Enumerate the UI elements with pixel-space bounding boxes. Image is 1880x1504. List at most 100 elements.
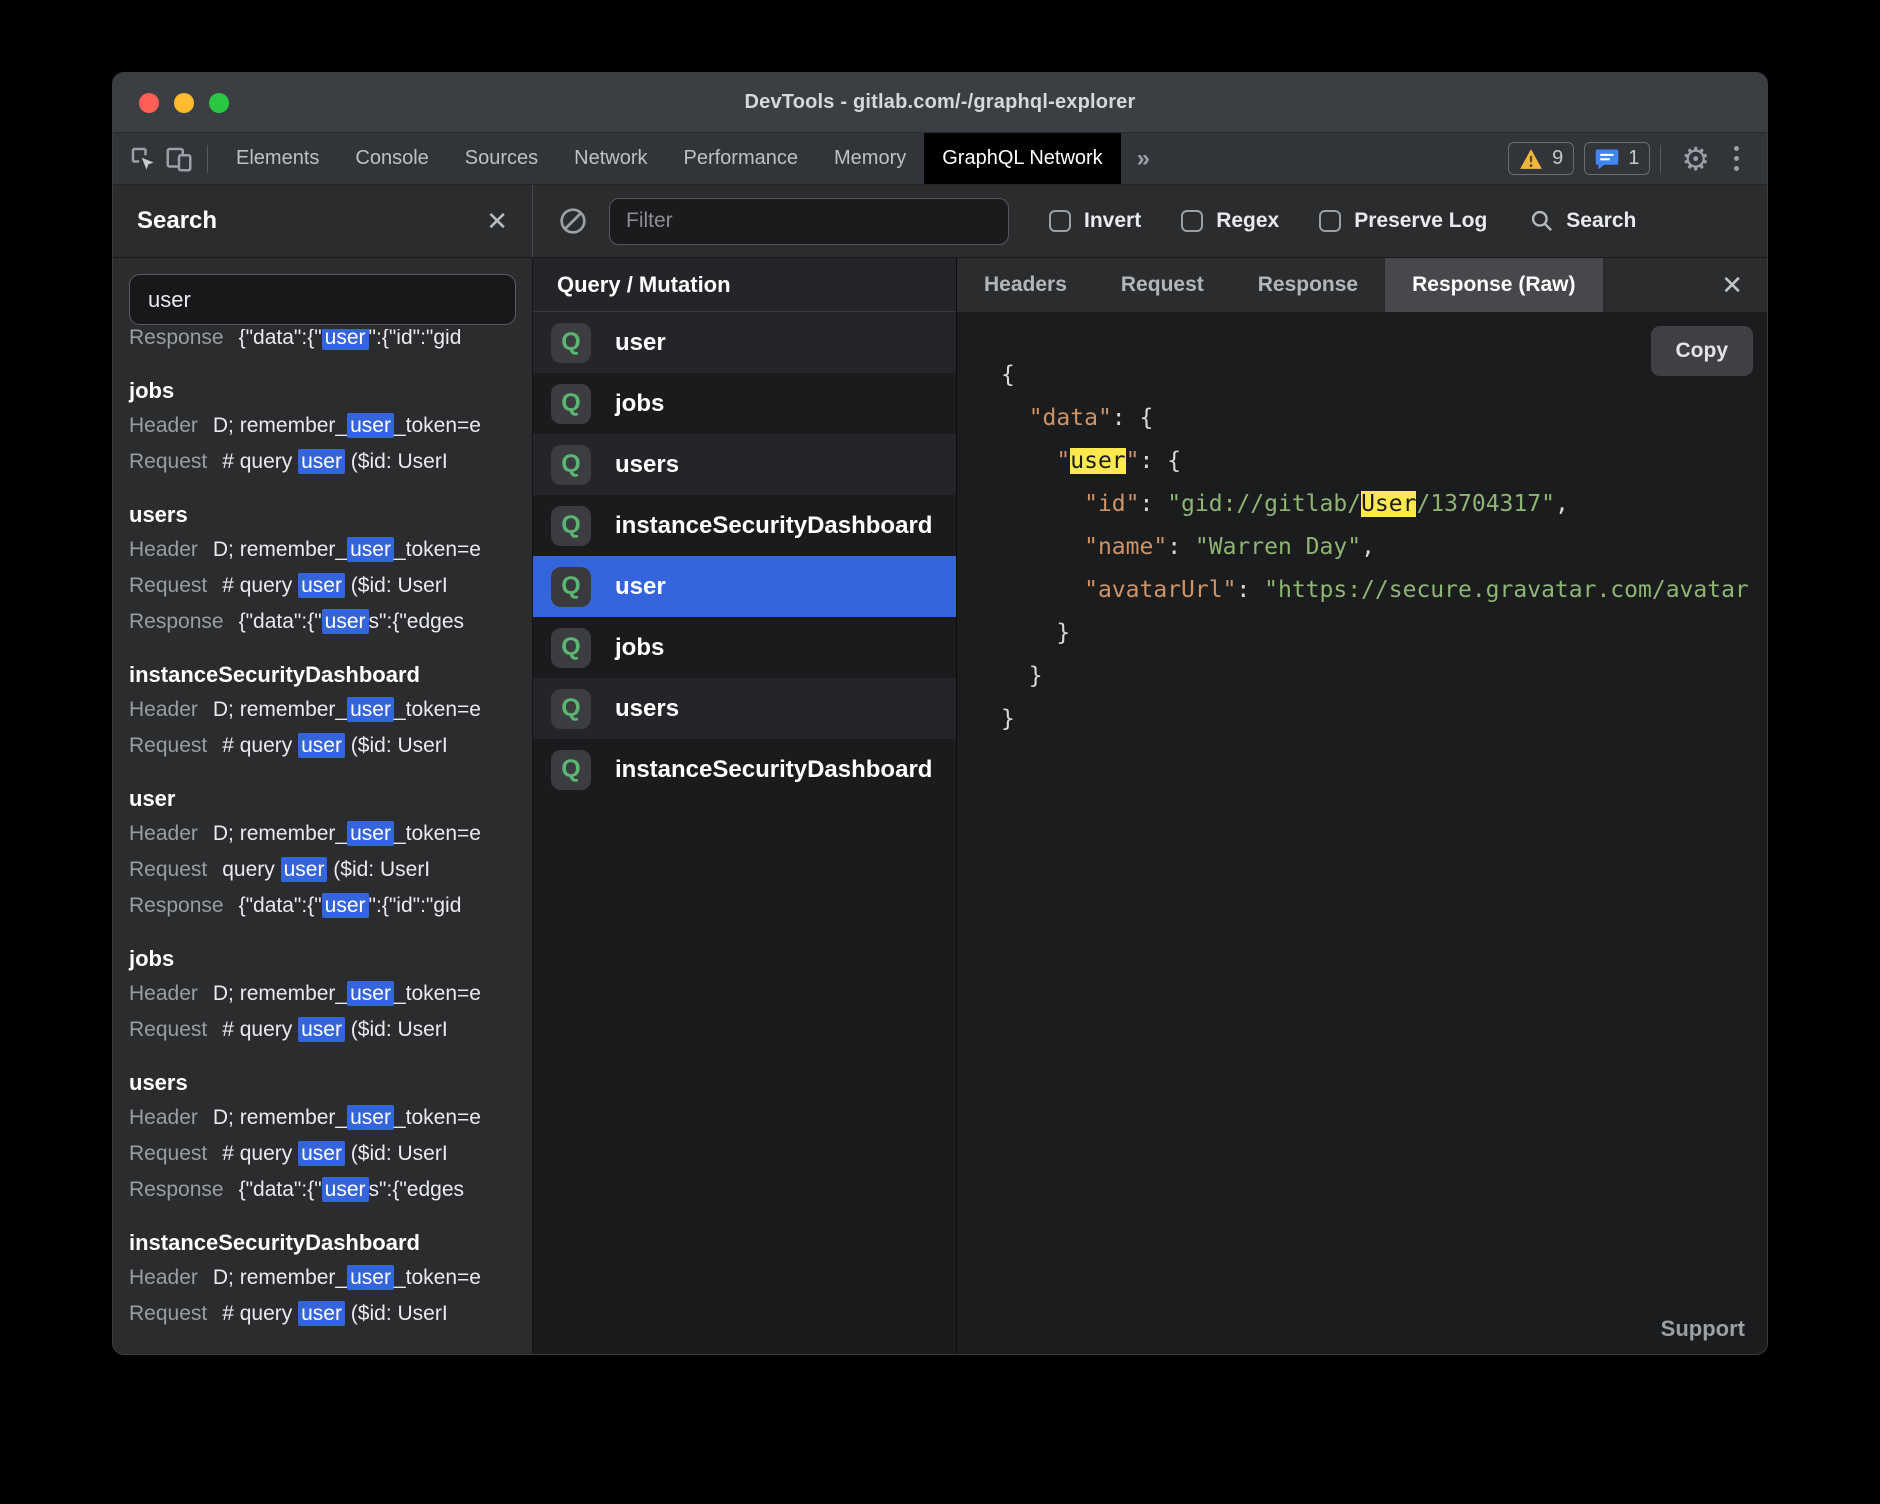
json-line: "user": {	[1001, 440, 1767, 483]
query-list-header: Query / Mutation	[533, 258, 956, 312]
result-line[interactable]: Requestquery user ($id: UserI	[129, 852, 516, 888]
result-line-label: Request	[129, 574, 207, 597]
result-group-title: instanceSecurityDashboard	[129, 657, 516, 692]
detail-tab-request[interactable]: Request	[1094, 258, 1231, 312]
zoom-window-button[interactable]	[209, 93, 229, 113]
devtools-tab-memory[interactable]: Memory	[816, 133, 924, 184]
devtools-tab-console[interactable]: Console	[337, 133, 446, 184]
search-input[interactable]	[129, 274, 516, 325]
result-line-text: _token=e	[394, 1266, 481, 1289]
checkbox-label: Preserve Log	[1354, 209, 1487, 233]
result-line[interactable]: Request# query user ($id: UserI	[129, 728, 516, 764]
devtools-tab-elements[interactable]: Elements	[218, 133, 337, 184]
result-line[interactable]: HeaderD; remember_user_token=e	[129, 816, 516, 852]
detail-close-icon[interactable]: ✕	[1697, 270, 1767, 301]
query-row-label: user	[615, 329, 666, 357]
filter-checkboxes: Invert Regex Preserve Log	[1009, 209, 1487, 233]
result-line[interactable]: HeaderD; remember_user_token=e	[129, 1260, 516, 1296]
checkbox-box-icon	[1181, 210, 1203, 232]
result-line[interactable]: HeaderD; remember_user_token=e	[129, 692, 516, 728]
checkbox-box-icon	[1049, 210, 1071, 232]
support-link[interactable]: Support	[1661, 1316, 1745, 1342]
minimize-window-button[interactable]	[174, 93, 194, 113]
match-highlight: user	[298, 1141, 345, 1166]
message-count: 1	[1628, 147, 1639, 170]
result-line[interactable]: Response{"data":{"user":{"id":"gid	[129, 329, 516, 356]
json-token: "avatarUrl"	[1084, 577, 1236, 603]
match-highlight: user	[347, 697, 394, 722]
result-line[interactable]: HeaderD; remember_user_token=e	[129, 976, 516, 1012]
match-highlight: user	[347, 413, 394, 438]
kebab-menu-icon[interactable]	[1720, 146, 1753, 171]
tabbar-actions: 9 1 ⚙	[1498, 142, 1767, 175]
detail-tab-response-raw-[interactable]: Response (Raw)	[1385, 258, 1602, 312]
checkbox-preserve-log[interactable]: Preserve Log	[1319, 209, 1487, 233]
result-line[interactable]: Request# query user ($id: UserI	[129, 568, 516, 604]
result-line[interactable]: Request# query user ($id: UserI	[129, 444, 516, 480]
match-highlight: user	[298, 1017, 345, 1042]
json-line: "id": "gid://gitlab/User/13704317",	[1001, 483, 1767, 526]
detail-tab-headers[interactable]: Headers	[957, 258, 1094, 312]
query-row-user[interactable]: Quser	[533, 556, 956, 617]
query-row-jobs[interactable]: Qjobs	[533, 617, 956, 678]
result-line[interactable]: Response{"data":{"users":{"edges	[129, 1172, 516, 1208]
devtools-tab-network[interactable]: Network	[556, 133, 665, 184]
result-group-title: user	[129, 781, 516, 816]
result-line-label: Response	[129, 1178, 224, 1201]
clear-log-icon[interactable]	[557, 205, 589, 237]
result-line[interactable]: Response{"data":{"user":{"id":"gid	[129, 888, 516, 924]
result-line-text: _token=e	[394, 538, 481, 561]
query-row-users[interactable]: Qusers	[533, 434, 956, 495]
result-line-text: _token=e	[394, 414, 481, 437]
inspect-element-icon[interactable]	[125, 141, 161, 177]
window-title: DevTools - gitlab.com/-/graphql-explorer	[744, 91, 1135, 114]
query-row-instanceSecurityDashboard[interactable]: QinstanceSecurityDashboard	[533, 739, 956, 800]
devtools-tab-sources[interactable]: Sources	[447, 133, 556, 184]
result-line-text: D; remember_	[213, 414, 347, 437]
devtools-tabs: ElementsConsoleSourcesNetworkPerformance…	[218, 133, 1121, 184]
warning-count: 9	[1552, 147, 1563, 170]
search-result-group: usersHeaderD; remember_user_token=eReque…	[129, 1065, 516, 1208]
json-token: ,	[1361, 534, 1375, 560]
result-line-text: ":{"id":"gid	[369, 329, 462, 349]
query-row-instanceSecurityDashboard[interactable]: QinstanceSecurityDashboard	[533, 495, 956, 556]
toolbar-search[interactable]: Search	[1529, 208, 1636, 234]
settings-gear-icon[interactable]: ⚙	[1671, 143, 1720, 175]
search-results-list: Response{"data":{"user":{"id":"gidjobsHe…	[113, 329, 532, 1354]
match-highlight: user	[322, 609, 369, 634]
result-line[interactable]: Response{"data":{"users":{"edges	[129, 604, 516, 640]
json-token	[1001, 534, 1084, 560]
result-line-label: Request	[129, 858, 207, 881]
devtools-tab-performance[interactable]: Performance	[666, 133, 817, 184]
result-line[interactable]: HeaderD; remember_user_token=e	[129, 532, 516, 568]
checkbox-invert[interactable]: Invert	[1049, 209, 1141, 233]
result-line-text: ($id: UserI	[327, 858, 430, 881]
issues-badge[interactable]: 1	[1584, 142, 1650, 175]
checkbox-regex[interactable]: Regex	[1181, 209, 1279, 233]
copy-button[interactable]: Copy	[1651, 326, 1754, 376]
filter-input[interactable]	[609, 198, 1009, 245]
result-line[interactable]: HeaderD; remember_user_token=e	[129, 408, 516, 444]
result-line[interactable]: Request# query user ($id: UserI	[129, 1012, 516, 1048]
more-tabs-chevron-icon[interactable]: »	[1121, 145, 1166, 173]
query-type-badge: Q	[551, 567, 591, 607]
devtools-tab-graphql-network[interactable]: GraphQL Network	[924, 133, 1120, 184]
query-row-jobs[interactable]: Qjobs	[533, 373, 956, 434]
warning-icon	[1519, 148, 1543, 170]
result-group-title: instanceSecurityDashboard	[129, 1225, 516, 1260]
query-row-user[interactable]: Quser	[533, 312, 956, 373]
match-highlight: user	[347, 821, 394, 846]
device-toolbar-icon[interactable]	[161, 141, 197, 177]
query-row-users[interactable]: Qusers	[533, 678, 956, 739]
result-line[interactable]: Request# query user ($id: UserI	[129, 1296, 516, 1332]
warnings-badge[interactable]: 9	[1508, 142, 1574, 175]
close-window-button[interactable]	[139, 93, 159, 113]
search-close-icon[interactable]: ✕	[486, 208, 508, 234]
result-line[interactable]: Request# query user ($id: UserI	[129, 1136, 516, 1172]
result-line-label: Header	[129, 698, 198, 721]
result-line[interactable]: HeaderD; remember_user_token=e	[129, 1100, 516, 1136]
detail-tab-response[interactable]: Response	[1231, 258, 1385, 312]
titlebar: DevTools - gitlab.com/-/graphql-explorer	[113, 73, 1767, 133]
result-line-text: ($id: UserI	[345, 734, 448, 757]
response-raw-json: { "data": { "user": { "id": "gid://gitla…	[957, 312, 1767, 1354]
